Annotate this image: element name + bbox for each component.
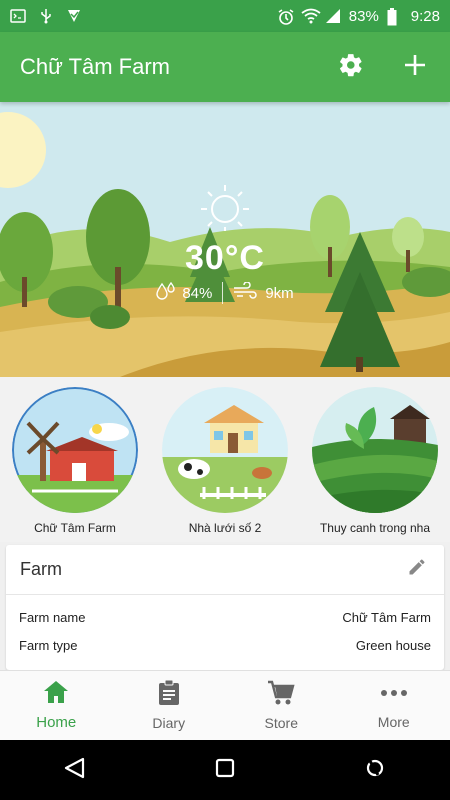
square-icon: [215, 758, 235, 783]
row-value: Chữ Tâm Farm: [342, 609, 431, 625]
farm-name-row: Farm name Chữ Tâm Farm: [6, 603, 444, 631]
row-label: Farm name: [19, 609, 86, 625]
battery-icon: [387, 8, 403, 26]
bottom-navigation: Home Diary Store More: [0, 670, 450, 740]
nav-label: Store: [264, 715, 298, 731]
farm-list: Chữ Tâm Farm Nhà lưới số 2 Thuy canh tro…: [0, 377, 450, 542]
terminal-icon: [10, 8, 26, 24]
farm-info-panel: Farm Farm name Chữ Tâm Farm Farm type Gr…: [6, 545, 444, 670]
nav-more[interactable]: More: [338, 671, 450, 740]
wifi-icon: [301, 8, 321, 24]
clipboard-icon: [158, 679, 180, 709]
farm-avatar: [12, 387, 138, 513]
humidity-value: 84%: [182, 284, 213, 302]
add-icon: [404, 54, 426, 81]
recents-icon: [364, 757, 386, 784]
back-button[interactable]: [55, 750, 95, 790]
alarm-icon: [277, 8, 294, 25]
sun-icon: [197, 185, 253, 236]
status-bar: 83% 9:28: [0, 0, 450, 32]
signal-icon: [325, 8, 341, 24]
farm-label: Thuy canh trong nha: [319, 521, 431, 535]
settings-icon: [338, 52, 364, 83]
row-label: Farm type: [19, 637, 78, 653]
farm-label: Nhà lưới số 2: [188, 521, 262, 535]
farm-type-row: Farm type Green house: [6, 631, 444, 659]
clock: 9:28: [410, 7, 440, 25]
nav-home[interactable]: Home: [0, 671, 113, 740]
more-icon: [380, 681, 408, 708]
edit-farm-button[interactable]: [404, 557, 430, 583]
farm-card-thuy-canh[interactable]: Thuy canh trong nha: [310, 387, 440, 535]
recents-button[interactable]: [355, 750, 395, 790]
farm-avatar: [312, 387, 438, 513]
cart-icon: [267, 680, 295, 709]
wind-icon: [233, 281, 259, 304]
home-system-button[interactable]: [205, 750, 245, 790]
app-title: Chữ Tâm Farm: [20, 54, 171, 79]
download-check-icon: [66, 8, 82, 24]
nav-label: Diary: [152, 715, 186, 731]
humidity-icon: [156, 281, 176, 304]
back-icon: [63, 757, 87, 784]
pencil-icon: [407, 557, 427, 582]
weather-overlay: 30°C 84% 9km: [0, 182, 450, 304]
farm-card-nha-luoi[interactable]: Nhà lưới số 2: [160, 387, 290, 535]
nav-diary[interactable]: Diary: [113, 671, 226, 740]
home-icon: [43, 680, 69, 708]
battery-level: 83%: [348, 7, 379, 25]
weather-banner: 30°C 84% 9km: [0, 102, 450, 377]
app-bar: Chữ Tâm Farm: [0, 32, 450, 102]
usb-icon: [38, 8, 54, 24]
wind-value: 9km: [265, 284, 294, 302]
nav-store[interactable]: Store: [225, 671, 338, 740]
nav-label: Home: [36, 714, 77, 731]
nav-label: More: [377, 714, 410, 730]
system-navigation-bar: [0, 740, 450, 800]
add-button[interactable]: [400, 52, 430, 82]
panel-title: Farm: [20, 559, 62, 579]
weather-divider: [222, 282, 224, 304]
farm-avatar: [162, 387, 288, 513]
temperature: 30°C: [185, 239, 265, 277]
farm-card-chu-tam[interactable]: Chữ Tâm Farm: [10, 387, 140, 535]
row-value: Green house: [355, 637, 431, 653]
settings-button[interactable]: [336, 52, 366, 82]
farm-label: Chữ Tâm Farm: [34, 521, 116, 535]
